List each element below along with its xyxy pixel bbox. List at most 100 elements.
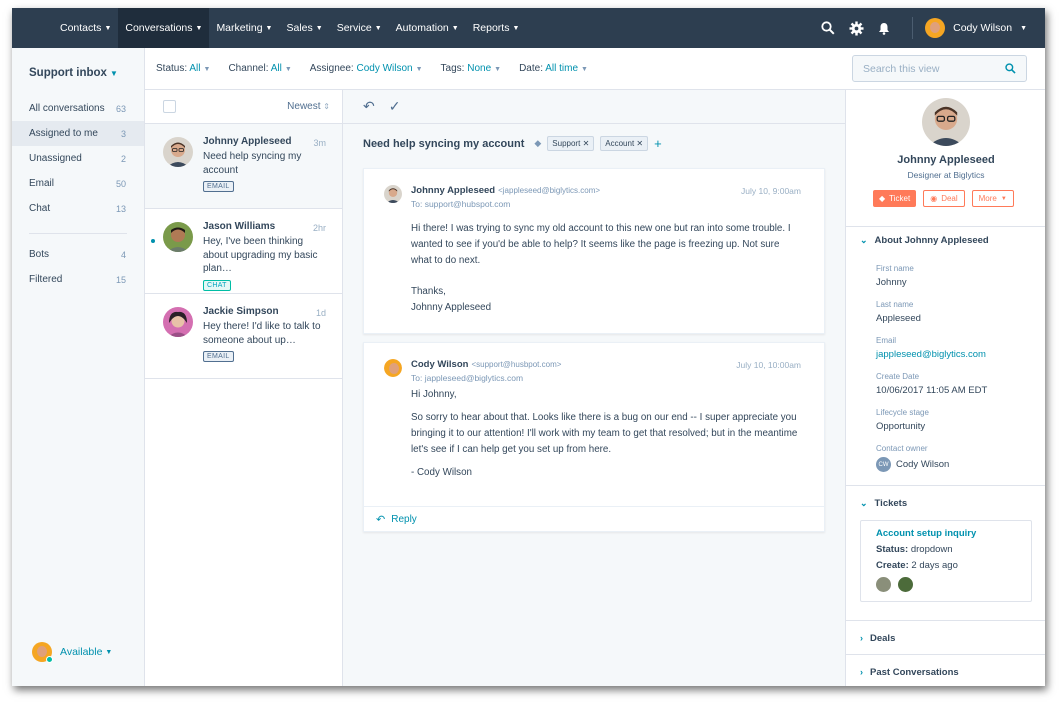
timestamp: 3m — [313, 138, 326, 148]
availability-label: Available — [60, 646, 103, 658]
button-label: Ticket — [889, 194, 911, 203]
sender-name: Cody Wilson — [411, 359, 469, 370]
filter-channel[interactable]: Channel: All ▼ — [228, 63, 291, 74]
list-item[interactable]: Johnny Appleseed 3m Need help syncing my… — [145, 124, 342, 209]
channel-badge: EMAIL — [203, 181, 234, 192]
sidebar-item-unassigned[interactable]: Unassigned 2 — [12, 146, 144, 171]
filter-assignee[interactable]: Assignee: Cody Wilson ▼ — [310, 63, 423, 74]
search-icon[interactable] — [814, 8, 842, 48]
avatar — [922, 98, 970, 146]
button-label: Deal — [941, 194, 958, 203]
user-menu[interactable]: Cody Wilson ▼ — [925, 18, 1045, 38]
create-ticket-button[interactable]: ◆ Ticket — [873, 190, 917, 207]
sidebar-item-bots[interactable]: Bots 4 — [12, 242, 144, 267]
chevron-right-icon: › — [860, 667, 863, 677]
bell-icon[interactable] — [870, 8, 898, 48]
sidebar-item-filtered[interactable]: Filtered 15 — [12, 267, 144, 292]
contact-role: Designer at Biglytics — [907, 170, 985, 180]
close-icon[interactable]: ✕ — [583, 139, 590, 148]
avatar — [876, 577, 891, 592]
nav-reports[interactable]: Reports ▼ — [466, 8, 527, 48]
search-icon[interactable] — [1005, 63, 1016, 74]
reply-arrow-icon[interactable]: ↶ — [363, 98, 375, 115]
sidebar-item-label: Filtered — [29, 274, 63, 285]
create-deal-button[interactable]: ◉ Deal — [923, 190, 965, 207]
email-message: Cody Wilson <support@husbpot.com> To: jap… — [363, 342, 825, 532]
channel-badge: EMAIL — [203, 351, 234, 362]
nav-label: Marketing — [216, 22, 263, 34]
sidebar-item-chat[interactable]: Chat 13 — [12, 196, 144, 221]
avatar — [384, 359, 402, 377]
chevron-down-icon: ⌄ — [860, 235, 868, 245]
sidebar-item-email[interactable]: Email 50 — [12, 171, 144, 196]
sender-name: Johnny Appleseed — [411, 185, 496, 196]
message-preview: Hey there! I'd like to talk to someone a… — [203, 321, 321, 346]
property-value[interactable]: Johnny — [876, 277, 914, 288]
list-item[interactable]: Jason Williams 2hr Hey, I've been thinki… — [145, 209, 342, 294]
nav-conversations[interactable]: Conversations ▼ — [118, 8, 210, 48]
avatar — [163, 307, 193, 337]
about-section-toggle[interactable]: ⌄ About Johnny Appleseed — [860, 235, 989, 246]
chevron-down-icon: ▼ — [104, 24, 112, 32]
past-conversations-toggle[interactable]: › Past Conversations — [860, 667, 959, 678]
ticket-title-link[interactable]: Account setup inquiry — [876, 528, 1016, 539]
availability-toggle[interactable]: Available ▼ — [32, 642, 112, 663]
ticket-create-value: 2 days ago — [911, 560, 958, 571]
close-icon[interactable]: ✕ — [636, 139, 643, 148]
chevron-down-icon: ▼ — [451, 24, 459, 32]
list-item[interactable]: Jackie Simpson 1d Hey there! I'd like to… — [145, 294, 342, 379]
nav-marketing[interactable]: Marketing ▼ — [209, 8, 279, 48]
recipient: To: support@hubspot.com — [411, 199, 511, 209]
property-first-name: First name Johnny — [876, 264, 914, 288]
nav-label: Sales — [286, 22, 313, 34]
sidebar-divider — [29, 233, 127, 234]
filter-date[interactable]: Date: All time ▼ — [519, 63, 588, 74]
contact-name: Jackie Simpson — [203, 306, 279, 317]
ticket-create-label: Create: — [876, 560, 909, 571]
sidebar-item-all-conversations[interactable]: All conversations 63 — [12, 96, 144, 121]
nav-contacts[interactable]: Contacts ▼ — [53, 8, 118, 48]
property-label: Contact owner — [876, 444, 928, 453]
filter-tags[interactable]: Tags: None ▼ — [441, 63, 502, 74]
property-value[interactable]: Appleseed — [876, 313, 921, 324]
message-paragraph: So sorry to hear about that. Looks like … — [411, 412, 798, 455]
tag-icon: ◆ — [534, 138, 542, 148]
ticket-status-value[interactable]: dropdown — [911, 544, 953, 555]
chevron-down-icon: ▼ — [1000, 195, 1007, 202]
ticket-card: Account setup inquiry Status: dropdown C… — [860, 520, 1032, 602]
sidebar-item-label: Bots — [29, 249, 50, 260]
property-value[interactable]: jappleseed@biglytics.com — [876, 349, 986, 360]
tag-chip[interactable]: Account ✕ — [600, 136, 649, 151]
divider — [846, 485, 1045, 486]
search-input[interactable]: Search this view — [852, 55, 1027, 82]
add-tag-icon[interactable]: + — [654, 136, 662, 151]
owner-value[interactable]: CW Cody Wilson — [876, 457, 949, 472]
sidebar-item-count: 4 — [120, 249, 126, 260]
reply-button[interactable]: ↶ Reply — [364, 506, 824, 531]
tickets-section-toggle[interactable]: ⌄ Tickets — [860, 498, 907, 509]
inbox-selector[interactable]: Support inbox ▼ — [12, 48, 144, 96]
nav-service[interactable]: Service ▼ — [330, 8, 389, 48]
message-header: Cody Wilson <support@husbpot.com> To: jap… — [364, 343, 824, 383]
property-label: Last name — [876, 300, 914, 309]
list-header: Newest ⇕ — [145, 90, 342, 124]
sort-dropdown[interactable]: Newest ⇕ — [287, 101, 330, 112]
nav-sales[interactable]: Sales ▼ — [279, 8, 329, 48]
check-icon[interactable]: ✓ — [389, 98, 401, 115]
deals-section-toggle[interactable]: › Deals — [860, 633, 895, 644]
property-value[interactable]: 10/06/2017 11:05 AM EDT — [876, 385, 987, 396]
nav-automation[interactable]: Automation ▼ — [389, 8, 466, 48]
select-all-checkbox[interactable] — [163, 100, 176, 113]
property-label: Lifecycle stage — [876, 408, 929, 417]
chevron-down-icon: ▼ — [374, 24, 382, 32]
sidebar-item-assigned-to-me[interactable]: Assigned to me 3 — [12, 121, 144, 146]
tag-chip[interactable]: Support ✕ — [547, 136, 595, 151]
ticket-icon: ◆ — [879, 194, 886, 203]
chevron-down-icon: ▼ — [195, 24, 203, 32]
chevron-down-icon: ▼ — [265, 24, 273, 32]
caret-down-icon: ▼ — [415, 66, 423, 73]
property-value[interactable]: Opportunity — [876, 421, 929, 432]
more-button[interactable]: More ▼ — [971, 190, 1014, 207]
gear-icon[interactable] — [842, 8, 870, 48]
filter-status[interactable]: Status: All ▼ — [156, 63, 210, 74]
